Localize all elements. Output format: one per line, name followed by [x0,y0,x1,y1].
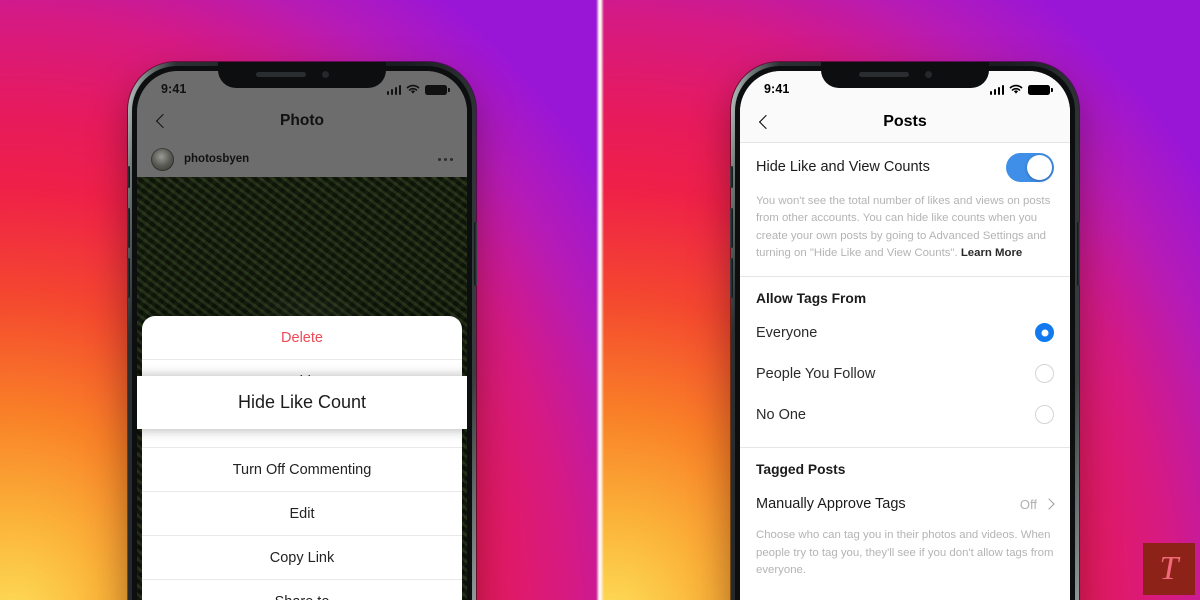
wifi-icon [1009,84,1023,94]
phone-mockup-left: 9:41 Photo photosbyen Delete Turn Off Co… [127,62,477,600]
hide-counts-block: Hide Like and View Counts [740,143,1070,191]
action-sheet-item-delete[interactable]: Delete [142,316,462,360]
hide-like-and-view-counts-toggle[interactable] [1006,152,1054,182]
hide-counts-description: You won't see the total number of likes … [740,191,1070,276]
volume-down-button[interactable] [127,258,130,298]
phone-notch-right [821,62,989,88]
manually-approve-tags-value-group: Off [1020,497,1054,512]
status-time-right: 9:41 [764,82,790,96]
radio-button-people-you-follow[interactable] [1035,364,1054,384]
panel-seam-divider [596,0,604,600]
post-header-row: photosbyen [137,141,467,177]
allow-tags-option-people-you-follow[interactable]: People You Follow [740,353,1070,394]
manually-approve-tags-value: Off [1019,496,1037,512]
wifi-icon [406,84,420,94]
status-indicators-right [989,84,1053,95]
learn-more-link[interactable]: Learn More [961,247,1022,259]
status-indicators [386,84,450,95]
chevron-right-icon[interactable] [1045,500,1054,509]
action-sheet: Delete Archive Turn Off Commenting Edit … [137,316,467,600]
action-sheet-item-edit[interactable]: Edit [142,492,462,536]
allow-tags-option-label: Everyone [756,324,818,341]
toggle-knob [1027,154,1052,180]
front-camera-icon [322,71,329,78]
allow-tags-option-label: No One [756,406,806,423]
page-title-right: Posts [883,112,927,130]
cellular-bars-icon [989,84,1004,95]
volume-up-button[interactable] [127,208,130,248]
allow-tags-option-label: People You Follow [756,365,876,382]
phone-notch-left [218,62,386,88]
manually-approve-tags-label: Manually Approve Tags [756,496,906,513]
left-phone-screen: 9:41 Photo photosbyen Delete Turn Off Co… [137,71,467,600]
nav-bar-left: Photo [137,101,467,141]
tagged-posts-description: Choose who can tag you in their photos a… [756,529,1054,576]
avatar[interactable] [151,147,174,171]
right-phone-screen: 9:41 Posts Hide Like and View Counts You… [740,71,1070,600]
radio-button-no-one[interactable] [1035,405,1054,425]
mute-switch-right[interactable] [730,166,733,188]
volume-down-button-right[interactable] [730,258,733,298]
mute-switch[interactable] [127,166,130,188]
cellular-bars-icon [386,84,401,95]
radio-button-everyone[interactable] [1035,323,1054,343]
volume-up-button-right[interactable] [730,208,733,248]
battery-icon [1028,84,1053,95]
earpiece-speaker [256,72,306,77]
front-camera-icon [925,71,932,78]
allow-tags-option-everyone[interactable]: Everyone [740,312,1070,353]
manually-approve-tags-row[interactable]: Manually Approve Tags Off [740,483,1070,525]
action-sheet-item-turn-off-commenting[interactable]: Turn Off Commenting [142,448,462,492]
power-button-right[interactable] [1077,222,1080,286]
page-title: Photo [280,112,324,129]
allow-tags-from-section-title: Allow Tags From [756,291,867,307]
post-username[interactable]: photosbyen [184,153,249,165]
action-sheet-item-hide-like-count[interactable]: Hide Like Count [137,376,467,429]
screenshot-stage: 9:41 Photo photosbyen Delete Turn Off Co… [0,0,1200,600]
action-sheet-item-share-to[interactable]: Share to [142,580,462,600]
battery-icon [425,84,450,95]
tagged-posts-section-title: Tagged Posts [756,462,846,478]
posts-settings-screen: 9:41 Posts Hide Like and View Counts You… [740,71,1070,600]
hide-like-and-view-counts-label: Hide Like and View Counts [756,159,930,175]
phone-mockup-right: 9:41 Posts Hide Like and View Counts You… [730,62,1080,600]
hide-like-and-view-counts-row[interactable]: Hide Like and View Counts [756,143,1054,191]
action-sheet-item-copy-link[interactable]: Copy Link [142,536,462,580]
more-options-icon[interactable] [438,157,453,161]
earpiece-speaker [859,72,909,77]
nav-bar-right: Posts [740,101,1070,143]
allow-tags-option-no-one[interactable]: No One [740,394,1070,435]
status-time: 9:41 [161,82,187,96]
photo-detail-screen: 9:41 Photo photosbyen Delete Turn Off Co… [137,71,467,600]
power-button[interactable] [474,222,477,286]
watermark-logo: T [1143,543,1195,595]
